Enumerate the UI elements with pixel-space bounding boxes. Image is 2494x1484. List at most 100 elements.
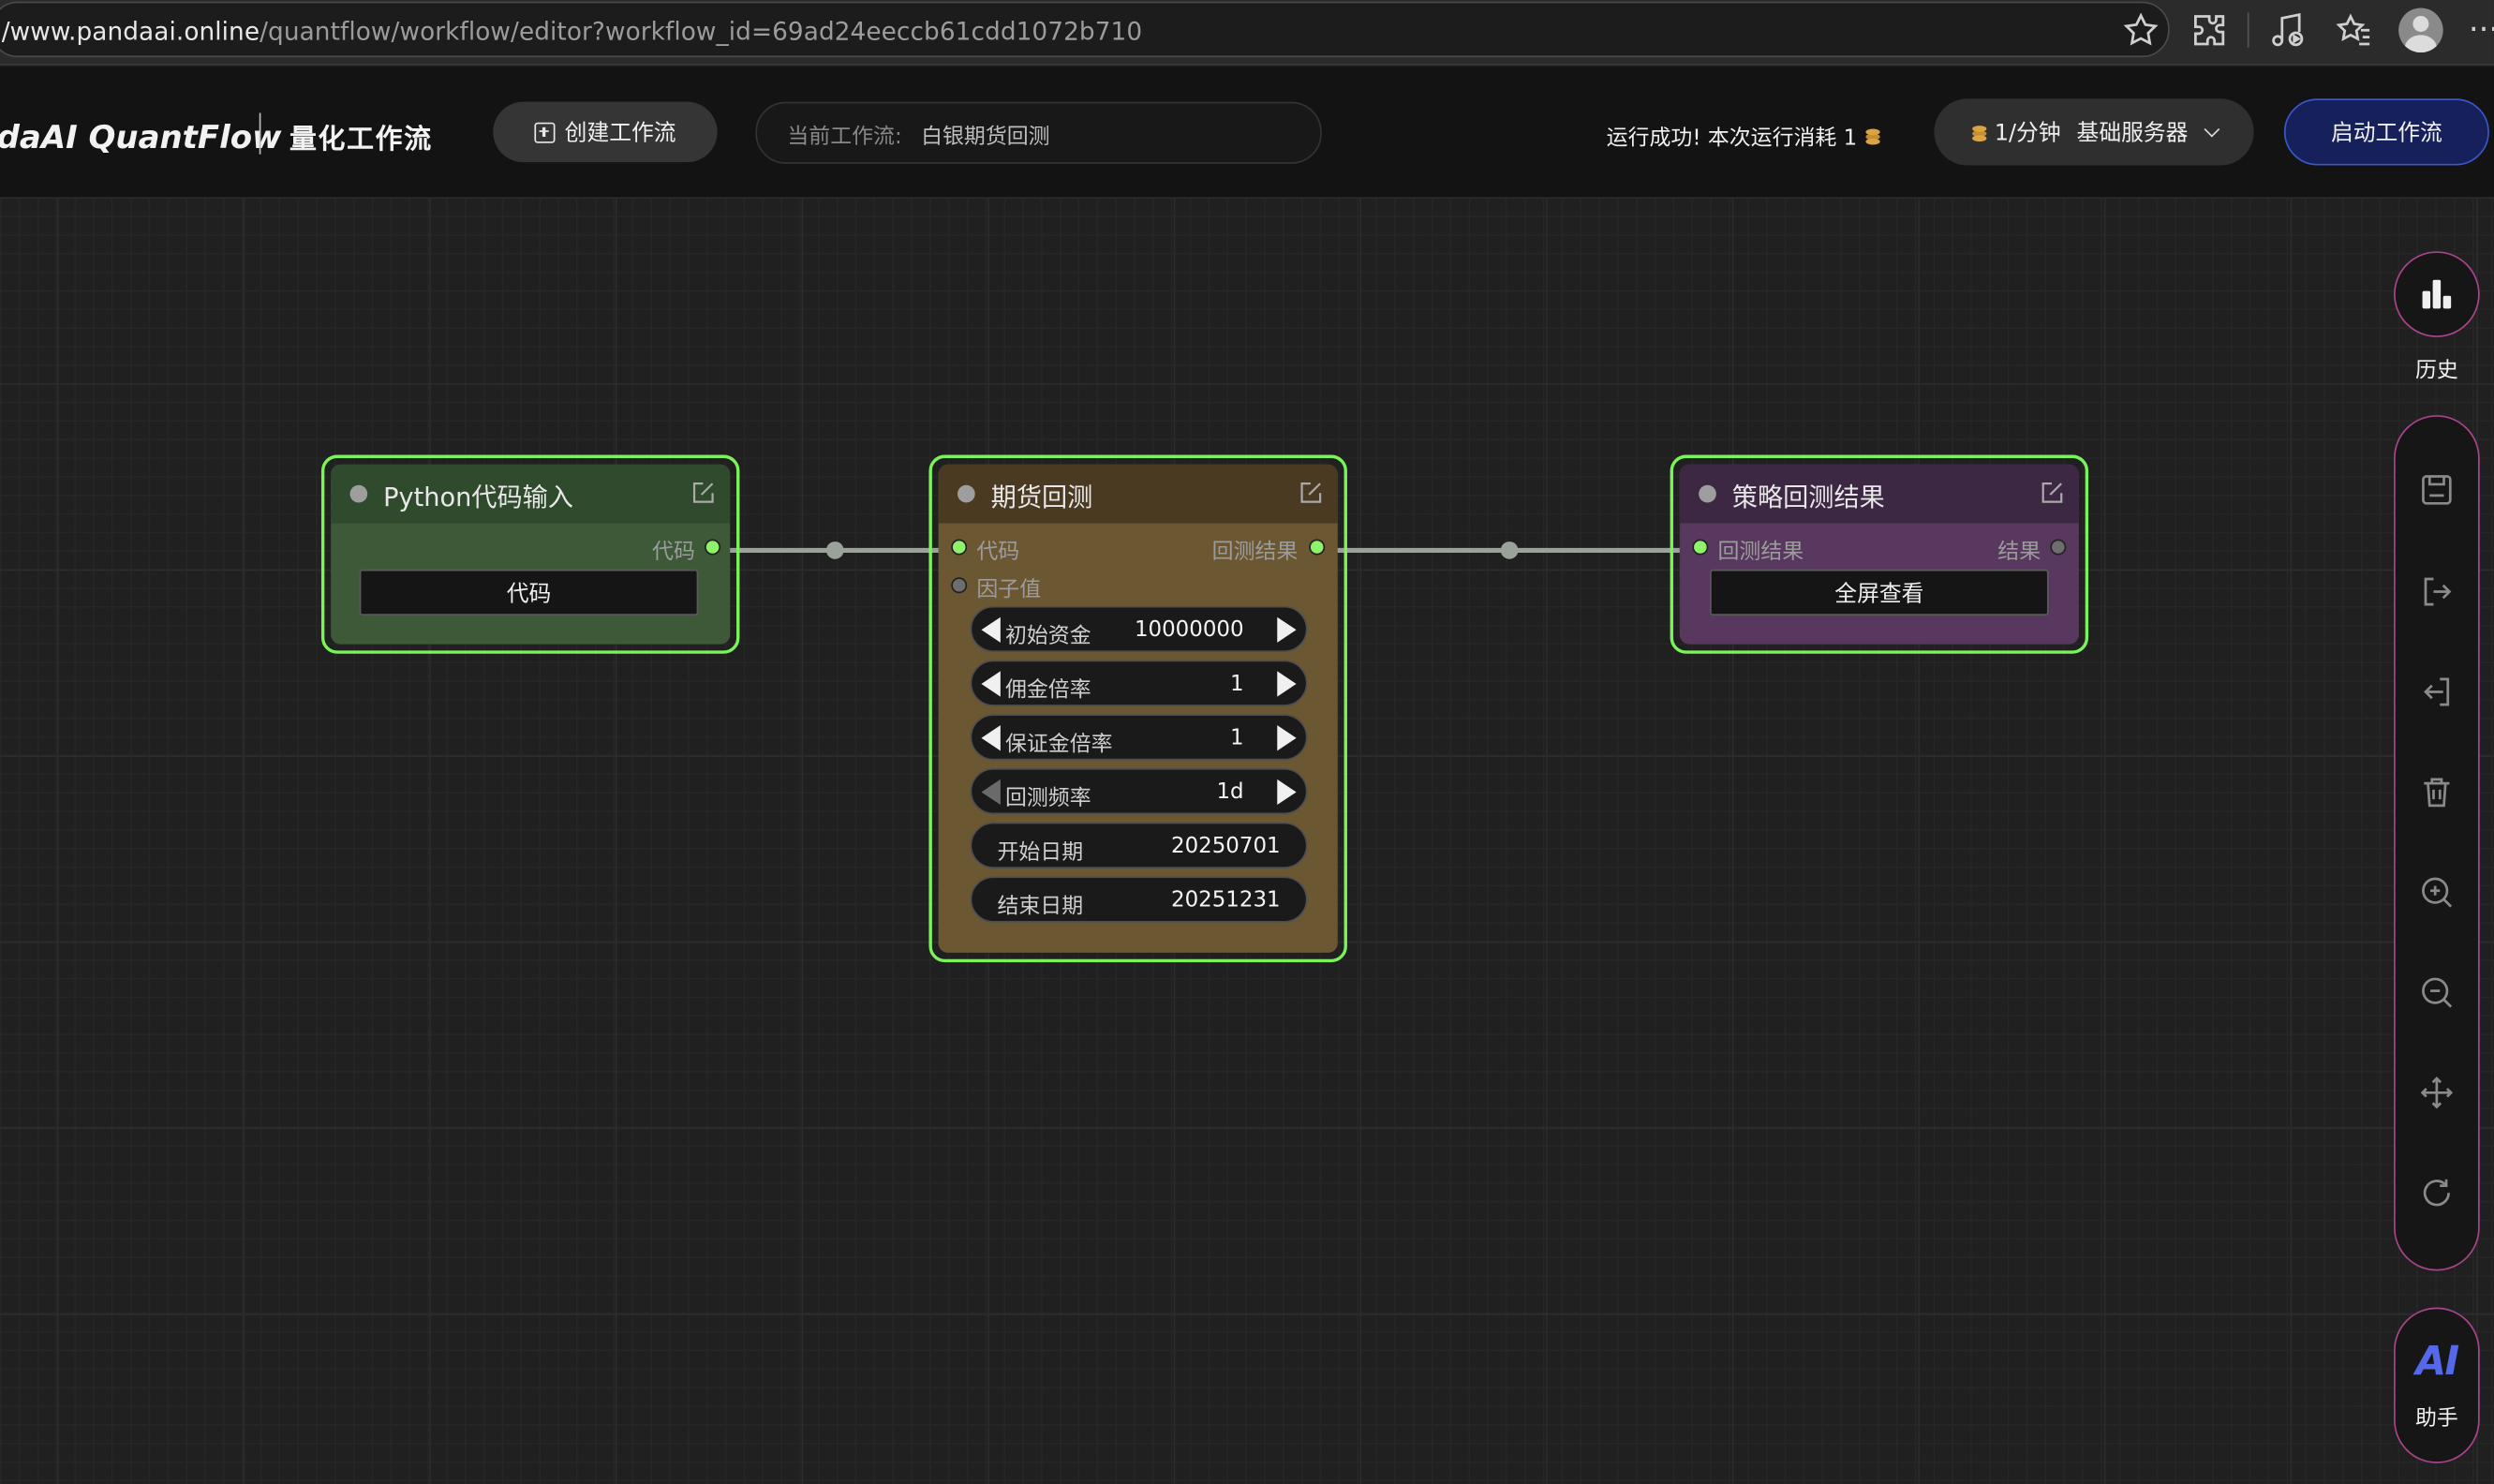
favorites-icon[interactable] — [2334, 9, 2375, 51]
decrement-arrow-icon[interactable] — [981, 671, 1001, 697]
param-start-date[interactable]: 开始日期 20250701 — [970, 822, 1308, 868]
url-text: /www.pandaai.online/quantflow/workflow/e… — [1, 17, 1143, 47]
edit-icon[interactable] — [2039, 481, 2064, 506]
output-slot-label: 结果 — [1997, 539, 2041, 565]
decrement-arrow-icon[interactable] — [981, 616, 1001, 643]
input-slot-factor: 因子值 — [976, 577, 1042, 603]
current-workflow-label: 当前工作流: — [787, 123, 902, 149]
history-label: 历史 — [2414, 357, 2458, 384]
ai-logo: AI — [2415, 1337, 2459, 1384]
brand-logo: daAI QuantFlow — [0, 117, 282, 156]
coin-icon — [1864, 126, 1879, 144]
input-slot-label: 回测结果 — [1717, 539, 1804, 565]
history-button[interactable] — [2394, 251, 2480, 337]
create-workflow-button[interactable]: 创建工作流 — [493, 101, 718, 163]
server-select[interactable]: 1/分钟 基础服务器 — [1934, 98, 2254, 166]
coin-icon — [1972, 124, 1987, 141]
param-value: 20251231 — [1170, 887, 1281, 913]
start-workflow-button[interactable]: 启动工作流 — [2283, 98, 2489, 166]
chevron-down-icon — [2203, 120, 2219, 137]
server-tier: 基础服务器 — [2076, 121, 2189, 147]
node-header[interactable]: 期货回测 — [938, 464, 1338, 524]
ai-assistant-label: 助手 — [2414, 1405, 2458, 1432]
param-margin-rate[interactable]: 保证金倍率 1 — [970, 714, 1308, 761]
create-workflow-label: 创建工作流 — [564, 121, 676, 147]
node-strategy-result[interactable]: 策略回测结果 回测结果 结果 全屏查看 — [1670, 454, 2089, 654]
param-value: 10000000 — [1134, 616, 1244, 643]
zoom-in-icon[interactable] — [2418, 873, 2457, 912]
output-port[interactable] — [1309, 539, 1326, 556]
param-label: 回测频率 — [1004, 785, 1091, 811]
node-body: Python代码输入 代码 代码 — [331, 464, 731, 645]
toolbar-divider — [2247, 12, 2249, 48]
node-title: 期货回测 — [990, 481, 1093, 512]
app-subtitle: 量化工作流 — [289, 124, 433, 156]
output-port[interactable] — [2050, 539, 2067, 556]
increment-arrow-icon[interactable] — [1277, 671, 1297, 697]
node-header[interactable]: Python代码输入 — [331, 464, 731, 524]
param-frequency[interactable]: 回测频率 1d — [970, 767, 1308, 815]
param-value: 1d — [1216, 779, 1244, 806]
zoom-out-icon[interactable] — [2418, 973, 2457, 1012]
param-label: 佣金倍率 — [1004, 677, 1091, 704]
refresh-icon[interactable] — [2418, 1174, 2457, 1212]
media-icon[interactable] — [2266, 9, 2308, 51]
node-title: Python代码输入 — [383, 481, 573, 512]
more-icon[interactable]: ··· — [2469, 9, 2494, 48]
import-icon[interactable] — [2418, 673, 2457, 711]
increment-arrow-icon[interactable] — [1277, 779, 1297, 806]
node-status-dot — [1699, 484, 1716, 503]
fullscreen-view-button[interactable]: 全屏查看 — [1710, 569, 2049, 616]
param-label: 结束日期 — [997, 894, 1084, 920]
bar-chart-icon — [2422, 279, 2452, 309]
edit-icon[interactable] — [690, 481, 716, 506]
node-header[interactable]: 策略回测结果 — [1679, 464, 2079, 524]
move-icon[interactable] — [2418, 1074, 2457, 1112]
decrement-arrow-icon[interactable] — [981, 779, 1001, 806]
browser-toolbar: /www.pandaai.online/quantflow/workflow/e… — [0, 0, 2494, 66]
input-port-factor[interactable] — [951, 577, 968, 594]
input-slot-code: 代码 — [976, 539, 1020, 565]
input-port[interactable] — [1692, 539, 1709, 556]
run-status: 运行成功! 本次运行消耗 1 — [1607, 119, 1879, 151]
server-price: 1/分钟 — [1994, 121, 2061, 147]
param-end-date[interactable]: 结束日期 20251231 — [970, 876, 1308, 923]
param-label: 保证金倍率 — [1004, 731, 1113, 758]
edit-icon[interactable] — [1298, 481, 1323, 506]
increment-arrow-icon[interactable] — [1277, 616, 1297, 643]
plus-square-icon — [534, 121, 556, 142]
input-port-code[interactable] — [951, 539, 968, 556]
node-status-dot — [958, 484, 975, 503]
output-port[interactable] — [705, 539, 721, 556]
param-commission-rate[interactable]: 佣金倍率 1 — [970, 660, 1308, 706]
extensions-icon[interactable] — [2189, 9, 2230, 51]
run-status-text: 运行成功! 本次运行消耗 1 — [1606, 126, 1858, 152]
bookmark-star-icon[interactable] — [2120, 9, 2161, 51]
address-bar[interactable]: /www.pandaai.online/quantflow/workflow/e… — [0, 1, 2170, 58]
node-body: 策略回测结果 回测结果 结果 全屏查看 — [1679, 464, 2079, 645]
output-slot-label: 回测结果 — [1211, 539, 1299, 565]
param-label: 初始资金 — [1004, 623, 1091, 649]
app-root: /www.pandaai.online/quantflow/workflow/e… — [0, 0, 2494, 1484]
export-icon[interactable] — [2418, 572, 2457, 611]
node-python-input[interactable]: Python代码输入 代码 代码 — [320, 454, 740, 654]
code-button[interactable]: 代码 — [359, 569, 699, 616]
node-body: 期货回测 代码 因子值 回测结果 初始资金 10000000 佣金倍率 1 保证… — [938, 464, 1338, 953]
increment-arrow-icon[interactable] — [1277, 725, 1297, 751]
current-workflow-name: 白银期货回测 — [921, 123, 1050, 149]
current-workflow-field[interactable]: 当前工作流: 白银期货回测 — [755, 101, 1322, 164]
param-label: 开始日期 — [997, 839, 1084, 866]
node-futures-backtest[interactable]: 期货回测 代码 因子值 回测结果 初始资金 10000000 佣金倍率 1 保证… — [928, 454, 1347, 963]
decrement-arrow-icon[interactable] — [981, 725, 1001, 751]
brand-divider — [259, 112, 261, 155]
node-title: 策略回测结果 — [1731, 481, 1885, 512]
param-value: 1 — [1230, 725, 1244, 751]
param-initial-capital[interactable]: 初始资金 10000000 — [970, 605, 1308, 653]
profile-avatar[interactable] — [2398, 7, 2443, 53]
trash-icon[interactable] — [2418, 773, 2457, 811]
param-value: 20250701 — [1170, 833, 1281, 859]
param-value: 1 — [1230, 671, 1244, 697]
ai-assistant-button[interactable]: AI 助手 — [2394, 1307, 2480, 1463]
node-status-dot — [349, 484, 368, 503]
save-icon[interactable] — [2418, 471, 2457, 510]
